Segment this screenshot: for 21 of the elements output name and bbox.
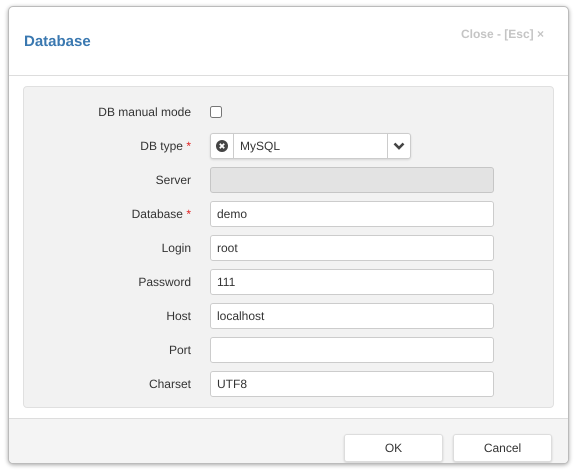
dialog-title: Database xyxy=(24,33,91,50)
field-label: Database * xyxy=(130,207,191,221)
checkbox[interactable] xyxy=(210,106,222,118)
field-label: DB manual mode xyxy=(97,105,191,119)
dialog-button[interactable]: OK xyxy=(344,434,443,462)
field-label: DB type * xyxy=(139,139,191,153)
field-label: Port xyxy=(168,343,191,357)
field-label: Host xyxy=(165,309,191,323)
dialog-button[interactable]: Cancel xyxy=(453,434,552,462)
input-field[interactable]: demo xyxy=(210,201,494,227)
select-field[interactable]: MySQL xyxy=(210,133,411,159)
input-field[interactable]: root xyxy=(210,235,494,261)
input-field[interactable]: localhost xyxy=(210,303,494,329)
field-label: Server xyxy=(154,173,191,187)
field-label: Login xyxy=(160,241,191,255)
field-label: Password xyxy=(137,275,191,289)
field-label: Charset xyxy=(148,377,191,391)
select-value: MySQL xyxy=(239,138,282,155)
input-field[interactable]: UTF8 xyxy=(210,371,494,397)
input-field[interactable]: 111 xyxy=(210,269,494,295)
input-field[interactable] xyxy=(210,337,494,363)
